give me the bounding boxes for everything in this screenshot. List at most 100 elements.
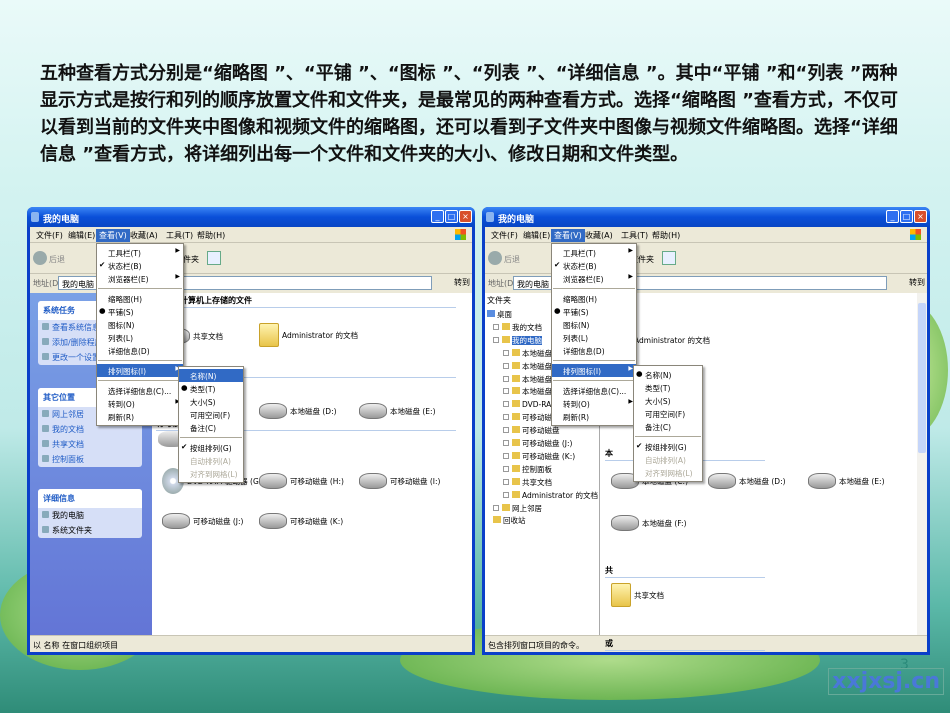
drive-item[interactable]: 可移动磁盘 (H:) — [259, 473, 344, 489]
menu-item[interactable]: 详细信息(D) — [97, 344, 183, 357]
menu-0[interactable]: 文件(F) — [33, 229, 66, 242]
expand-icon[interactable] — [503, 414, 509, 421]
menu-item[interactable]: 备注(C) — [179, 421, 243, 434]
menu-item[interactable]: 详细信息(D) — [552, 344, 636, 357]
back-label[interactable]: 后退 — [504, 254, 520, 265]
views-icon[interactable] — [207, 251, 221, 265]
expand-icon[interactable] — [503, 427, 509, 434]
expand-icon[interactable] — [503, 452, 509, 459]
menu-item[interactable]: 可用空间(F) — [179, 408, 243, 421]
tree-item[interactable]: 桌面 — [487, 309, 512, 320]
scroll-thumb[interactable] — [918, 303, 926, 453]
expand-icon[interactable] — [503, 478, 509, 485]
menu-item[interactable]: 大小(S) — [634, 394, 702, 407]
menu-2[interactable]: 查看(V) — [551, 229, 585, 242]
go-button[interactable]: 转到 — [909, 277, 925, 288]
menu-item[interactable]: 工具栏(T) ▶ — [97, 246, 183, 259]
drive-item[interactable]: 可移动磁盘 (J:) — [162, 513, 243, 529]
close-button[interactable]: × — [914, 210, 927, 223]
menu-4[interactable]: 工具(T) — [618, 229, 651, 242]
menu-4[interactable]: 工具(T) — [163, 229, 196, 242]
expand-icon[interactable] — [503, 465, 509, 472]
menu-item[interactable]: ● 平铺(S) — [97, 305, 183, 318]
tree-item[interactable]: 可移动磁盘 (K:) — [503, 451, 575, 462]
expand-icon[interactable] — [503, 349, 509, 356]
menu-item[interactable]: 大小(S) — [179, 395, 243, 408]
menu-item[interactable]: 工具栏(T) ▶ — [552, 246, 636, 259]
expand-icon[interactable] — [493, 504, 499, 511]
expand-icon[interactable] — [503, 375, 509, 382]
menu-3[interactable]: 收藏(A) — [127, 229, 161, 242]
expand-icon[interactable] — [503, 491, 509, 498]
menu-item[interactable]: 排列图标(I)▶ — [97, 364, 183, 377]
drive-item[interactable]: 本地磁盘 (D:) — [708, 473, 786, 489]
tree-item[interactable]: 我的文档 — [493, 322, 542, 333]
tree-item[interactable]: 本地磁盘 — [503, 361, 552, 372]
back-arrow-icon[interactable] — [488, 251, 502, 265]
tree-item[interactable]: 回收站 — [493, 515, 526, 526]
tree-item[interactable]: 控制面板 — [503, 464, 552, 475]
close-button[interactable]: × — [459, 210, 472, 223]
drive-item[interactable]: 本地磁盘 (D:) — [259, 403, 337, 419]
tree-item[interactable]: 本地磁盘 — [503, 348, 552, 359]
maximize-button[interactable]: □ — [445, 210, 458, 223]
drive-item[interactable]: 共享文档 — [611, 583, 664, 607]
expand-icon[interactable] — [503, 388, 509, 395]
menu-item[interactable]: ✔ 按组排列(G) — [179, 441, 243, 454]
task-link[interactable]: 控制面板 — [38, 452, 142, 467]
menu-item[interactable]: 缩略图(H) — [97, 292, 183, 305]
expand-icon[interactable] — [503, 401, 509, 408]
menu-item[interactable]: ● 平铺(S) — [552, 305, 636, 318]
back-arrow-icon[interactable] — [33, 251, 47, 265]
menu-1[interactable]: 编辑(E) — [520, 229, 553, 242]
menu-item[interactable]: 名称(N) — [179, 369, 243, 382]
drive-item[interactable]: 本地磁盘 (E:) — [808, 473, 885, 489]
minimize-button[interactable]: _ — [431, 210, 444, 223]
menu-item[interactable]: ✔ 状态栏(B) — [97, 259, 183, 272]
tree-item[interactable]: 网上邻居 — [493, 503, 542, 514]
menu-3[interactable]: 收藏(A) — [582, 229, 616, 242]
menu-item[interactable]: 转到(O)▶ — [552, 397, 636, 410]
menu-5[interactable]: 帮助(H) — [649, 229, 683, 242]
expand-icon[interactable] — [493, 336, 499, 343]
task-link[interactable]: 系统文件夹 — [38, 523, 142, 538]
menu-1[interactable]: 编辑(E) — [65, 229, 98, 242]
minimize-button[interactable]: _ — [886, 210, 899, 223]
menu-item[interactable]: 选择详细信息(C)... — [552, 384, 636, 397]
task-link[interactable]: 共享文档 — [38, 437, 142, 452]
menu-5[interactable]: 帮助(H) — [194, 229, 228, 242]
tree-item[interactable]: 可移动磁盘 (J:) — [503, 438, 572, 449]
back-label[interactable]: 后退 — [49, 254, 65, 265]
drive-item[interactable]: 可移动磁盘 (I:) — [359, 473, 440, 489]
menu-item[interactable]: 列表(L) — [552, 331, 636, 344]
menu-item[interactable]: 缩略图(H) — [552, 292, 636, 305]
menu-item[interactable]: 图标(N) — [97, 318, 183, 331]
menu-item[interactable]: 浏览器栏(E) ▶ — [552, 272, 636, 285]
menu-item[interactable]: ✔ 状态栏(B) — [552, 259, 636, 272]
vertical-scrollbar[interactable] — [917, 293, 927, 635]
menu-item[interactable]: 转到(O)▶ — [97, 397, 183, 410]
tree-item[interactable]: Administrator 的文档 — [503, 490, 598, 501]
go-button[interactable]: 转到 — [454, 277, 470, 288]
tree-item[interactable]: 共享文档 — [503, 477, 552, 488]
menu-0[interactable]: 文件(F) — [488, 229, 521, 242]
tree-item[interactable]: 本地磁盘 — [503, 386, 552, 397]
views-icon[interactable] — [662, 251, 676, 265]
task-panel-title[interactable]: 详细信息 — [38, 489, 142, 508]
maximize-button[interactable]: □ — [900, 210, 913, 223]
drive-item[interactable]: 本地磁盘 (E:) — [359, 403, 436, 419]
menu-item[interactable]: 刷新(R) — [97, 410, 183, 423]
menu-item[interactable]: ✔ 按组排列(G) — [634, 440, 702, 453]
menu-item[interactable]: 备注(C) — [634, 420, 702, 433]
drive-item[interactable]: 可移动磁盘 (K:) — [259, 513, 343, 529]
menu-item[interactable]: 列表(L) — [97, 331, 183, 344]
expand-icon[interactable] — [503, 362, 509, 369]
expand-icon[interactable] — [503, 440, 509, 446]
menu-item[interactable]: 排列图标(I)▶ — [552, 364, 636, 377]
drive-item[interactable]: Administrator 的文档 — [259, 323, 358, 347]
menu-item[interactable]: 图标(N) — [552, 318, 636, 331]
menu-item[interactable]: 刷新(R) — [552, 410, 636, 423]
menu-item[interactable]: 浏览器栏(E) ▶ — [97, 272, 183, 285]
menu-item[interactable]: 类型(T) — [634, 381, 702, 394]
tree-item[interactable]: 可移动磁盘 — [503, 425, 560, 436]
